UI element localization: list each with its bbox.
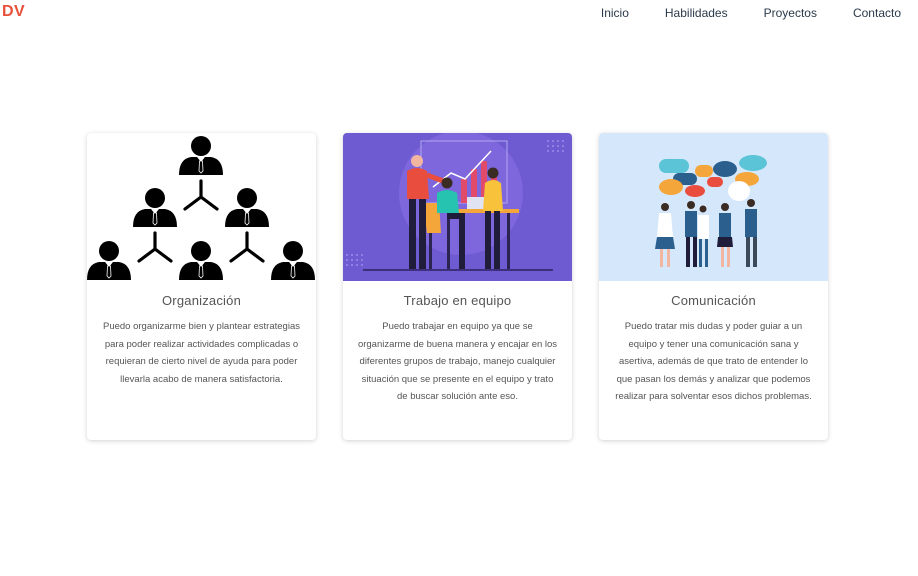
card-text: Puedo tratar mis dudas y poder guiar a u… [615,321,812,403]
card-text: Puedo trabajar en equipo ya que se organ… [357,321,558,403]
main-nav: Inicio Habilidades Proyectos Contacto [565,6,901,20]
communication-illustration [599,133,828,281]
card-title: Comunicación [671,293,756,308]
teamwork-illustration [343,133,572,281]
card-text: Puedo organizarme bien y plantear estrat… [103,321,300,385]
organization-chart-illustration [87,133,316,281]
card-title: Trabajo en equipo [403,293,512,308]
skill-card-trabajo-equipo: Trabajo en equipo Puedo trabajar en equi… [343,133,572,440]
logo[interactable]: DV [2,3,25,21]
skill-card-organizacion: Organización Puedo organizarme bien y pl… [87,133,316,440]
nav-contacto[interactable]: Contacto [853,6,901,20]
nav-proyectos[interactable]: Proyectos [764,6,817,20]
nav-habilidades[interactable]: Habilidades [665,6,728,20]
nav-inicio[interactable]: Inicio [601,6,629,20]
card-title: Organización [162,293,241,308]
skill-card-comunicacion: Comunicación Puedo tratar mis dudas y po… [599,133,828,440]
